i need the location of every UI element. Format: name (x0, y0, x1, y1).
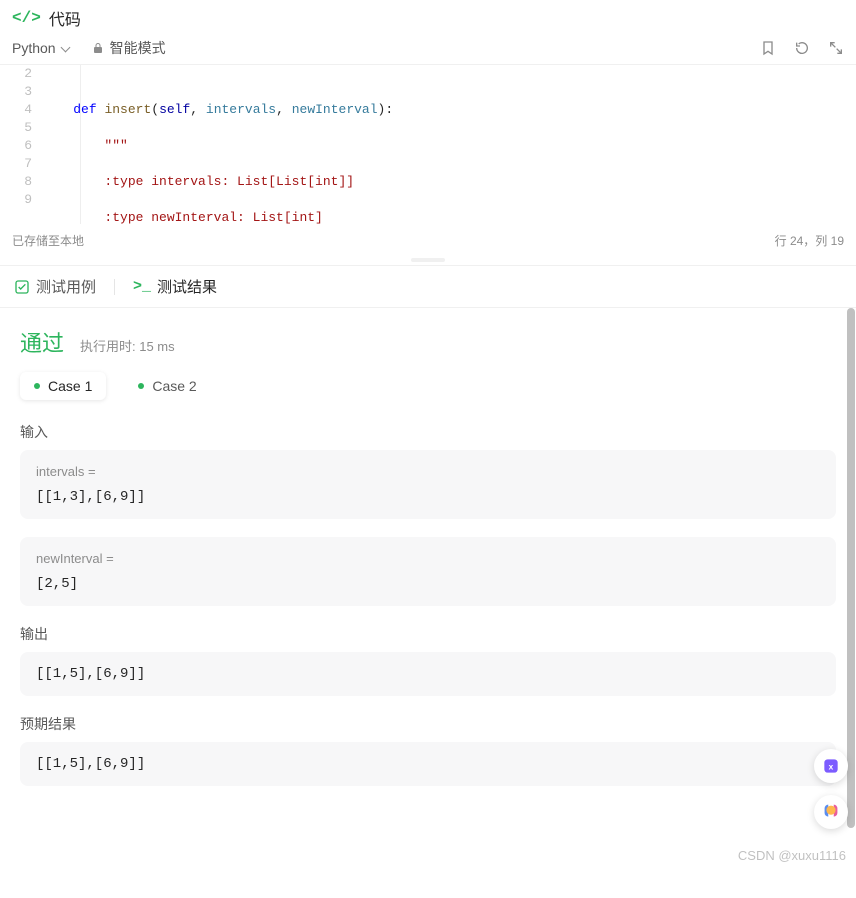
runtime-label: 执行用时: 15 ms (80, 336, 175, 355)
float-action-2[interactable] (814, 795, 848, 829)
puzzle-icon: x (821, 756, 841, 776)
case-tab-2[interactable]: Case 2 (124, 372, 210, 400)
status-dot (138, 383, 144, 389)
expected-value: [[1,5],[6,9]] (36, 756, 820, 772)
tab-test-cases[interactable]: 测试用例 (14, 276, 96, 297)
input-box-newinterval: newInterval = [2,5] (20, 537, 836, 606)
save-status: 已存储至本地 (12, 232, 84, 249)
status-dot (34, 383, 40, 389)
editor-status-bar: 已存储至本地 行 24，列 19 (0, 224, 856, 257)
terminal-icon: >_ (133, 278, 151, 295)
cursor-position: 行 24，列 19 (775, 232, 844, 249)
input-var-name: intervals = (36, 464, 820, 479)
tab-label: 测试用例 (36, 276, 96, 297)
header-title: 代码 (49, 6, 81, 30)
panel-resize-handle[interactable] (0, 257, 856, 263)
lock-icon (92, 42, 104, 54)
code-editor[interactable]: 23456789 def insert(self, intervals, new… (0, 64, 856, 224)
input-var-value: [2,5] (36, 576, 820, 592)
reset-icon[interactable] (794, 40, 810, 56)
expected-section-label: 预期结果 (20, 714, 836, 734)
output-value: [[1,5],[6,9]] (36, 666, 820, 682)
case-tabs: Case 1 Case 2 (20, 372, 836, 400)
code-icon: </> (12, 9, 41, 27)
output-section-label: 输出 (20, 624, 836, 644)
expand-icon[interactable] (828, 40, 844, 56)
case-label: Case 1 (48, 378, 92, 394)
code-area[interactable]: def insert(self, intervals, newInterval)… (42, 65, 856, 224)
result-header: 通过 执行用时: 15 ms (20, 308, 836, 372)
language-select[interactable]: Python (12, 40, 72, 56)
scrollbar-thumb[interactable] (847, 308, 855, 828)
editor-subheader: Python 智能模式 (0, 34, 856, 64)
tab-label: 测试结果 (157, 276, 217, 297)
chevron-down-icon (62, 43, 72, 53)
smart-mode[interactable]: 智能模式 (92, 38, 166, 58)
brain-icon (820, 801, 842, 823)
checkbox-icon (14, 279, 30, 295)
language-label: Python (12, 40, 56, 56)
float-action-1[interactable]: x (814, 749, 848, 783)
result-status: 通过 (20, 326, 64, 358)
tab-divider (114, 279, 115, 295)
floating-actions: x (814, 749, 848, 829)
bookmark-icon[interactable] (760, 40, 776, 56)
mode-label: 智能模式 (110, 38, 166, 58)
editor-header: </> 代码 (0, 0, 856, 34)
result-panel: 通过 执行用时: 15 ms Case 1 Case 2 输入 interval… (0, 308, 856, 898)
input-var-name: newInterval = (36, 551, 820, 566)
case-label: Case 2 (152, 378, 196, 394)
expected-box: [[1,5],[6,9]] (20, 742, 836, 786)
editor-toolbar-right (760, 40, 844, 56)
input-box-intervals: intervals = [[1,3],[6,9]] (20, 450, 836, 519)
output-box: [[1,5],[6,9]] (20, 652, 836, 696)
line-gutter: 23456789 (0, 65, 42, 224)
svg-text:x: x (829, 761, 834, 771)
result-tabs: 测试用例 >_ 测试结果 (0, 265, 856, 308)
input-var-value: [[1,3],[6,9]] (36, 489, 820, 505)
case-tab-1[interactable]: Case 1 (20, 372, 106, 400)
input-section-label: 输入 (20, 422, 836, 442)
tab-test-results[interactable]: >_ 测试结果 (133, 276, 217, 297)
